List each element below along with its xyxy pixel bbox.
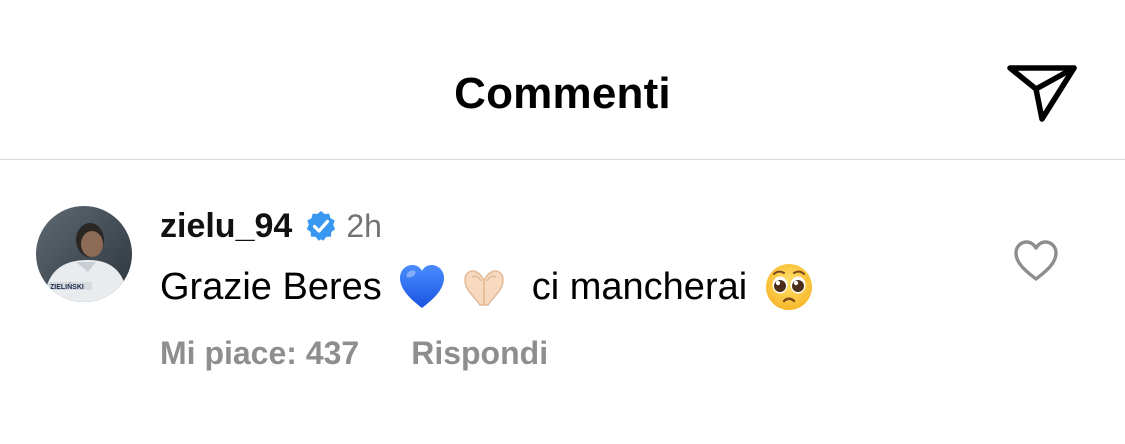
comment-text: Grazie Beres ci mancherai — [160, 261, 815, 313]
avatar[interactable]: ZIELIŃSKI — [36, 206, 132, 302]
comment-item: ZIELIŃSKI zielu_94 2h Grazie Beres ci ma… — [0, 161, 1125, 444]
blue-heart-icon — [396, 261, 448, 313]
pleading-face-icon — [763, 261, 815, 313]
share-button[interactable] — [1002, 58, 1082, 128]
comments-header: Commenti — [0, 0, 1125, 160]
heart-outline-icon — [1014, 240, 1058, 281]
comment-text-part1: Grazie Beres — [160, 266, 382, 308]
page-title: Commenti — [454, 69, 671, 118]
heart-hands-icon — [458, 261, 510, 313]
like-button[interactable] — [1012, 239, 1060, 283]
likes-count[interactable]: Mi piace: 437 — [160, 335, 359, 372]
avatar-photo: ZIELIŃSKI — [36, 206, 132, 302]
comment-actions: Mi piace: 437 Rispondi — [160, 331, 548, 375]
comment-meta: zielu_94 2h — [160, 201, 382, 251]
reply-button[interactable]: Rispondi — [411, 335, 548, 372]
verified-badge-icon — [304, 209, 338, 243]
comment-text-part2: ci mancherai — [531, 266, 748, 308]
username[interactable]: zielu_94 — [160, 204, 292, 248]
comment-timestamp: 2h — [346, 208, 382, 244]
svg-text:ZIELIŃSKI: ZIELIŃSKI — [50, 282, 84, 291]
paper-plane-icon — [1007, 65, 1077, 122]
